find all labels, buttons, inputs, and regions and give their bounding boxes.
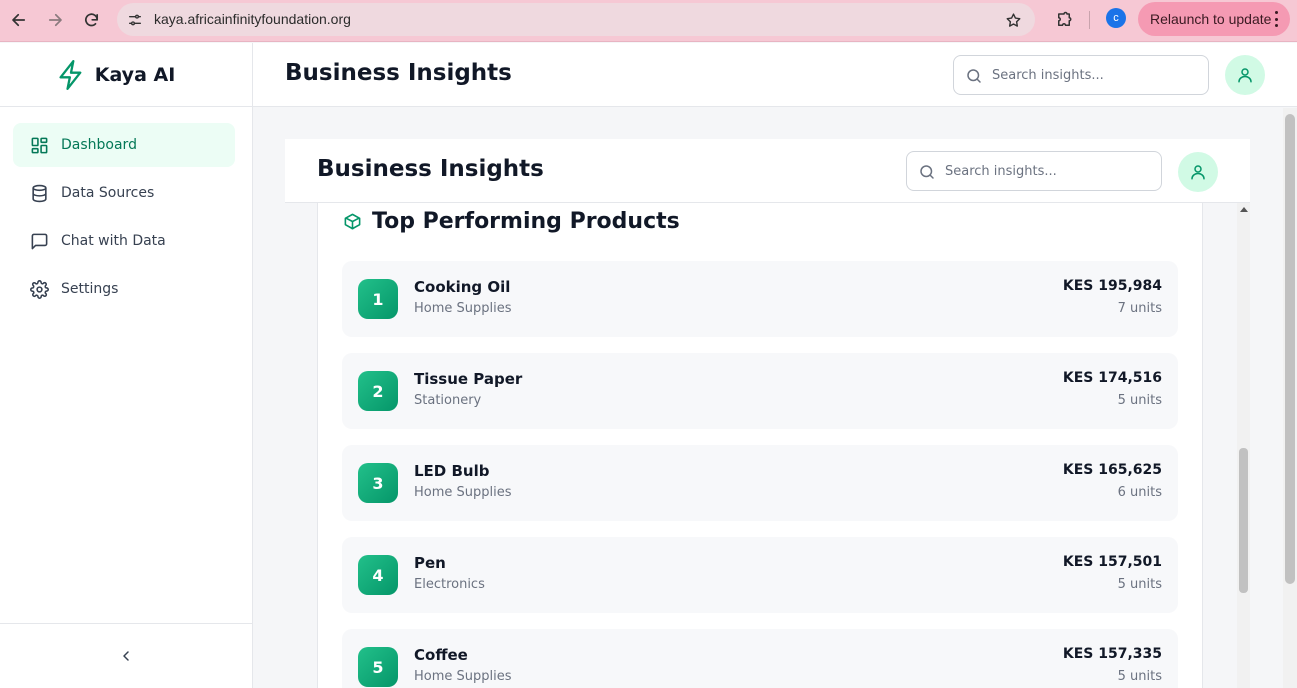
chat-icon <box>31 233 48 249</box>
product-category: Stationery <box>414 393 482 408</box>
bookmark-star-icon[interactable] <box>1003 10 1023 30</box>
search-box[interactable] <box>953 55 1209 95</box>
sidebar-item-label: Chat with Data <box>61 233 166 249</box>
arrow-left-icon <box>12 13 26 27</box>
back-button[interactable] <box>5 6 33 34</box>
lightning-logo-icon <box>59 59 82 90</box>
package-icon <box>344 213 361 230</box>
top-products-panel: Top Performing Products 1 Cooking Oil Ho… <box>317 203 1203 688</box>
product-category: Electronics <box>414 577 485 592</box>
sidebar-item-chat-with-data[interactable]: Chat with Data <box>13 219 235 263</box>
product-name: LED Bulb <box>414 462 490 480</box>
sidebar-item-dashboard[interactable]: Dashboard <box>13 123 235 167</box>
dashboard-icon <box>31 137 48 153</box>
rank-badge: 2 <box>358 371 398 411</box>
inner-scroll-area[interactable]: Top Performing Products 1 Cooking Oil Ho… <box>285 203 1250 688</box>
product-row[interactable]: 3 LED Bulb Home Supplies KES 165,625 6 u… <box>342 445 1178 521</box>
database-icon <box>32 184 47 202</box>
product-revenue: KES 165,625 <box>1062 462 1162 478</box>
site-settings-icon[interactable] <box>125 10 145 30</box>
chevron-left-icon <box>123 651 129 661</box>
puzzle-icon <box>1058 11 1072 26</box>
profile-avatar[interactable]: c <box>1106 8 1126 28</box>
user-avatar[interactable] <box>1225 55 1265 95</box>
top-products-title: Top Performing Products <box>372 209 680 234</box>
product-units: 7 units <box>1117 301 1162 316</box>
top-header: Business Insights <box>253 43 1297 107</box>
sidebar-nav: Dashboard Data Sources Chat with Data Se… <box>0 107 252 311</box>
rank-badge: 5 <box>358 647 398 687</box>
relaunch-button[interactable]: Relaunch to update <box>1138 2 1290 36</box>
brand[interactable]: Kaya AI <box>0 43 252 107</box>
collapse-sidebar-button[interactable] <box>112 642 140 670</box>
more-menu-icon[interactable] <box>1274 11 1278 27</box>
inner-user-avatar[interactable] <box>1178 152 1218 192</box>
inner-header: Business Insights <box>285 139 1250 203</box>
product-name: Cooking Oil <box>414 278 511 296</box>
gear-icon <box>30 279 49 299</box>
brand-name: Kaya AI <box>94 63 176 86</box>
inner-page-title: Business Insights <box>317 156 544 182</box>
inner-scrollbar-thumb[interactable] <box>1239 448 1248 593</box>
product-row[interactable]: 1 Cooking Oil Home Supplies KES 195,984 … <box>342 261 1178 337</box>
product-revenue: KES 157,501 <box>1062 554 1162 570</box>
product-category: Home Supplies <box>414 301 512 316</box>
product-revenue: KES 174,516 <box>1062 370 1162 386</box>
toolbar-divider <box>1089 11 1090 29</box>
extensions-button[interactable] <box>1050 6 1078 34</box>
rank-badge: 4 <box>358 555 398 595</box>
sidebar-item-settings[interactable]: Settings <box>13 267 235 311</box>
sidebar-item-label: Settings <box>61 281 119 297</box>
page-scrollbar-thumb[interactable] <box>1285 114 1295 584</box>
sidebar: Kaya AI Dashboard Data Sources Chat with… <box>0 43 253 688</box>
inner-search-box[interactable] <box>906 151 1162 191</box>
product-row[interactable]: 5 Coffee Home Supplies KES 157,335 5 uni… <box>342 629 1178 688</box>
relaunch-label: Relaunch to update <box>1150 11 1272 27</box>
user-icon <box>1191 165 1205 180</box>
inner-scrollbar[interactable] <box>1237 203 1250 688</box>
product-name: Coffee <box>414 646 468 664</box>
embedded-insights-view: Business Insights Top Performing Product… <box>285 139 1250 688</box>
rank-badge: 1 <box>358 279 398 319</box>
user-icon <box>1238 68 1252 83</box>
address-bar[interactable]: kaya.africainfinityfoundation.org <box>117 3 1035 36</box>
search-input[interactable] <box>992 67 1152 83</box>
product-name: Pen <box>414 554 446 572</box>
product-category: Home Supplies <box>414 669 512 684</box>
browser-toolbar: kaya.africainfinityfoundation.org c Rela… <box>0 0 1297 42</box>
reload-button[interactable] <box>77 6 105 34</box>
product-row[interactable]: 2 Tissue Paper Stationery KES 174,516 5 … <box>342 353 1178 429</box>
product-name: Tissue Paper <box>414 370 523 388</box>
search-icon <box>967 69 981 83</box>
forward-button[interactable] <box>41 6 69 34</box>
product-units: 5 units <box>1117 577 1162 592</box>
search-icon <box>920 165 934 179</box>
reload-icon <box>84 12 98 26</box>
product-units: 5 units <box>1117 669 1162 684</box>
scroll-up-arrow-icon[interactable] <box>1240 207 1248 212</box>
rank-badge: 3 <box>358 463 398 503</box>
page-scrollbar[interactable] <box>1283 108 1297 688</box>
sidebar-footer <box>0 623 252 688</box>
product-units: 6 units <box>1117 485 1162 500</box>
sidebar-item-data-sources[interactable]: Data Sources <box>13 171 235 215</box>
product-row[interactable]: 4 Pen Electronics KES 157,501 5 units <box>342 537 1178 613</box>
top-products-heading: Top Performing Products <box>343 209 680 234</box>
product-revenue: KES 195,984 <box>1062 278 1162 294</box>
sidebar-item-label: Data Sources <box>61 185 155 201</box>
page-title: Business Insights <box>285 60 512 86</box>
product-revenue: KES 157,335 <box>1062 646 1162 662</box>
inner-search-input[interactable] <box>945 163 1105 179</box>
url-text: kaya.africainfinityfoundation.org <box>154 11 351 27</box>
arrow-right-icon <box>48 13 62 27</box>
sidebar-item-label: Dashboard <box>61 137 137 153</box>
product-category: Home Supplies <box>414 485 512 500</box>
product-units: 5 units <box>1117 393 1162 408</box>
